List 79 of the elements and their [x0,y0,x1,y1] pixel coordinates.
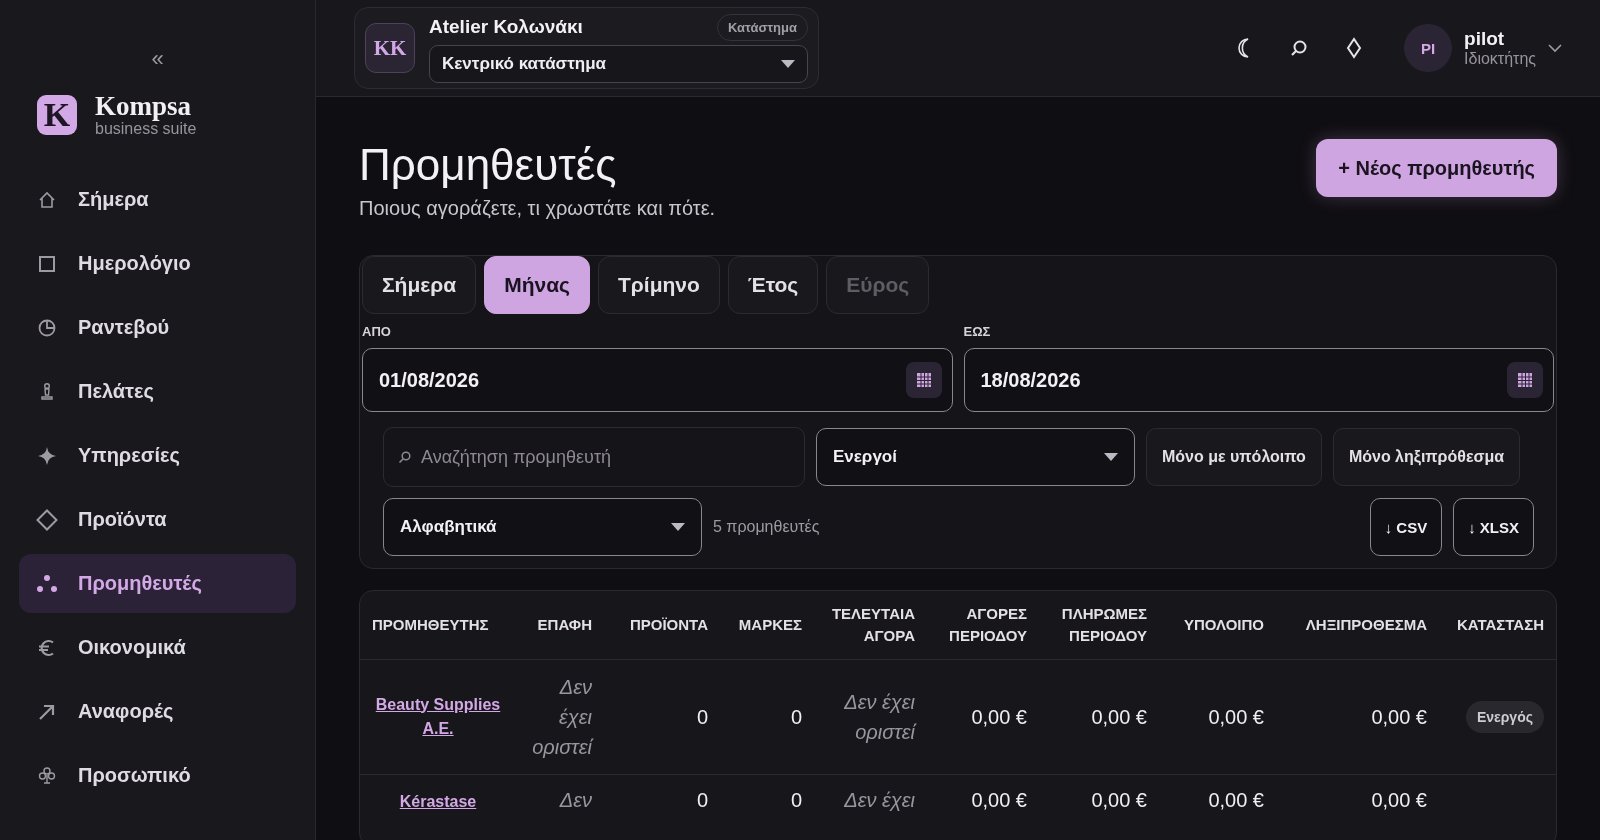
chevron-down-icon[interactable] [1548,43,1562,53]
column-header: ΕΠΑΦΗ [536,615,593,635]
diamond-icon[interactable] [1346,37,1363,59]
table-cell: 0 [696,706,708,728]
field-label: ΑΠΟ [362,324,392,339]
period-tab[interactable]: Έτος [727,256,819,314]
result-count: 5 προμηθευτές [713,518,821,536]
period-tab[interactable]: Μήνας [484,256,590,314]
table-cell: Δεν έχει οριστεί [844,691,915,743]
column-header: ΠΛΗΡΩΜΕΣ ΠΕΡΙΟΔΟΥ [1060,604,1148,646]
period-tab[interactable]: Τρίμηνο [598,256,720,314]
filter-toggle[interactable]: Μόνο ληξιπρόθεσμα [1332,428,1521,486]
status-select[interactable]: Ενεργοί [816,428,1135,486]
collapse-button[interactable]: « [147,46,168,72]
table-cell: 0,00 € [1208,706,1264,728]
table-cell: 0,00 € [971,706,1027,728]
nav-item[interactable]: Οικονομικά [19,618,296,677]
nav-item[interactable]: Ημερολόγιο [19,234,296,293]
caret-icon [671,523,685,531]
column-header: ΥΠΟΛΟΙΠΟ [1182,615,1265,635]
supplier-link[interactable]: Beauty Supplies A.E. [372,692,504,741]
column-header: ΑΓΟΡΕΣ ΠΕΡΙΟΔΟΥ [948,604,1028,646]
dots-icon [36,572,58,595]
logo-icon: K [37,95,77,135]
sort-select[interactable]: Αλφαβητικά [383,498,702,556]
table-cell: 0,00 € [1091,706,1147,728]
nav-item[interactable]: Ραντεβού [19,298,296,357]
caret-icon [781,59,795,68]
calendar-icon[interactable] [915,372,932,388]
search-icon[interactable] [1290,39,1309,57]
store-avatar: KK [365,23,415,73]
page-title: Προμηθευτές [359,139,618,191]
brand-tagline: business suite [95,120,197,138]
supplier-link[interactable]: Kérastase [399,790,477,814]
column-header: ΜΑΡΚΕΣ [737,615,803,635]
column-header: ΛΗΞΙΠΡΟΘΕΣΜΑ [1304,615,1428,635]
user-role: Ιδιοκτήτης [1464,50,1536,68]
export-button[interactable]: ↓ CSV [1369,498,1443,556]
table-cell: 0,00 € [1371,789,1427,811]
table-cell: 0 [790,706,802,728]
branch-select[interactable]: Κεντρικό κατάστημα [429,44,808,83]
calendar-icon[interactable] [1517,372,1533,388]
nav-item[interactable]: Προσωπικό [19,746,296,805]
period-tab[interactable]: Σήμερα [362,256,477,314]
column-header: ΠΡΟΜΗΘΕΥΤΗΣ [371,615,490,635]
new-supplier-button[interactable]: + Νέος προμηθευτής [1316,139,1557,197]
nav-item[interactable]: Αναφορές [19,682,296,741]
filter-toggle[interactable]: Μόνο με υπόλοιπο [1146,428,1322,486]
status-badge: Ενεργός [1465,701,1544,733]
page-subtitle: Ποιους αγοράζετε, τι χρωστάτε και πότε. [359,197,716,220]
column-header: ΠΡΟΪΟΝΤΑ [628,615,709,635]
club-icon [36,764,58,787]
column-header: ΤΕΛΕΥΤΑΙΑ ΑΓΟΡΑ [830,604,916,646]
search-field[interactable]: Αναζήτηση προμηθευτή [383,427,805,487]
diamond-icon [36,508,58,531]
table-cell: Δεν [559,789,592,811]
nav-item[interactable]: Πελάτες [19,362,296,421]
table-cell: 0,00 € [1091,789,1147,811]
table-cell: 0 [790,789,802,811]
user-avatar: PI [1404,24,1453,72]
from-date-field[interactable]: 01/08/2026 [362,348,953,412]
table-cell: 0 [696,789,708,811]
table-cell: 0,00 € [1208,789,1264,811]
column-header: ΚΑΤΑΣΤΑΣΗ [1455,615,1545,635]
nav-item[interactable]: Προϊόντα [19,490,296,549]
to-date-field[interactable]: 18/08/2026 [963,348,1554,412]
table-cell: 0,00 € [1371,706,1427,728]
nav-item[interactable]: Προμηθευτές [19,554,296,613]
table-cell: Δεν έχει [844,789,915,811]
user-name: pilot [1464,28,1506,50]
export-button[interactable]: ↓ XLSX [1453,498,1534,556]
table-cell: 0,00 € [971,789,1027,811]
store-name: Atelier Κολωνάκι [429,16,583,38]
field-label: ΕΩΣ [963,324,992,339]
nav-item[interactable]: Υπηρεσίες [19,426,296,485]
table-cell: Δεν έχει οριστεί [532,676,592,758]
caret-icon [1104,453,1118,461]
nav-item[interactable]: Σήμερα [19,170,296,229]
search-icon [398,450,411,464]
